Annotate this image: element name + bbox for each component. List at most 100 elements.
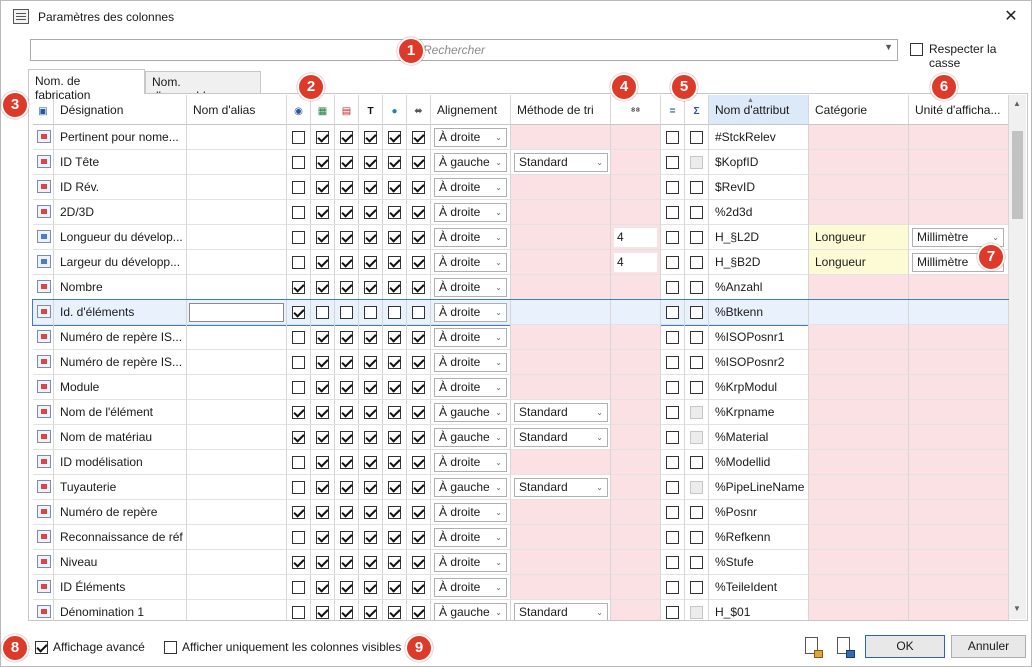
option-checkbox[interactable] [340,306,353,320]
alignment-cell[interactable]: À droite ⌄ [431,300,511,325]
option-cell[interactable] [383,225,407,250]
sort-method-cell[interactable] [511,500,611,525]
option-checkbox[interactable] [388,206,401,220]
option-cell[interactable] [335,150,359,175]
option-checkbox[interactable] [340,556,353,570]
option-cell[interactable] [311,200,335,225]
group-cell[interactable] [661,400,685,425]
group-checkbox[interactable] [666,356,679,370]
option-checkbox[interactable] [388,581,401,595]
sum-cell[interactable] [685,325,709,350]
decimal-cell[interactable] [611,125,661,150]
header-cat[interactable]: Catégorie [809,95,909,125]
header-align[interactable]: Alignement [431,95,511,125]
option-cell[interactable] [287,125,311,150]
option-checkbox[interactable] [388,256,401,270]
option-checkbox[interactable] [316,481,329,495]
sort-method-cell[interactable] [511,275,611,300]
group-cell[interactable] [661,275,685,300]
designation-cell[interactable]: ID Rév. [54,175,187,200]
alias-cell[interactable] [187,125,287,150]
category-cell[interactable]: Longueur [809,250,909,275]
option-checkbox[interactable] [388,156,401,170]
sum-checkbox[interactable] [690,231,703,245]
alias-cell[interactable] [187,225,287,250]
option-cell[interactable] [383,150,407,175]
alignment-select[interactable]: À gauche ⌄ [434,153,507,172]
sort-method-cell[interactable]: Standard ⌄ [511,400,611,425]
option-checkbox[interactable] [364,481,377,495]
option-checkbox[interactable] [388,356,401,370]
option-cell[interactable] [407,475,431,500]
alignment-select[interactable]: À droite ⌄ [434,278,507,297]
sum-checkbox[interactable] [690,581,703,595]
option-cell[interactable] [383,550,407,575]
alignment-cell[interactable]: À droite ⌄ [431,500,511,525]
alias-cell[interactable] [187,200,287,225]
option-cell[interactable] [383,575,407,600]
option-checkbox[interactable] [412,606,425,620]
scroll-up-icon[interactable]: ▲ [1013,99,1021,108]
option-cell[interactable] [311,275,335,300]
option-cell[interactable] [407,300,431,325]
option-cell[interactable] [335,575,359,600]
option-checkbox[interactable] [412,206,425,220]
option-cell[interactable] [359,450,383,475]
group-checkbox[interactable] [666,456,679,470]
option-cell[interactable] [287,525,311,550]
option-checkbox[interactable] [412,481,425,495]
group-checkbox[interactable] [666,581,679,595]
sort-method-cell[interactable] [511,175,611,200]
option-checkbox[interactable] [412,381,425,395]
group-checkbox[interactable] [666,156,679,170]
visible-only-checkbox[interactable] [164,641,177,654]
close-icon[interactable]: ✕ [997,4,1025,30]
sum-checkbox[interactable] [690,281,703,295]
sum-cell[interactable] [685,375,709,400]
option-cell[interactable] [287,150,311,175]
alignment-cell[interactable]: À droite ⌄ [431,575,511,600]
option-checkbox[interactable] [364,256,377,270]
alignment-cell[interactable]: À gauche ⌄ [431,150,511,175]
alignment-select[interactable]: À droite ⌄ [434,528,507,547]
option-cell[interactable] [335,250,359,275]
option-cell[interactable] [287,425,311,450]
option-cell[interactable] [359,550,383,575]
option-cell[interactable] [287,575,311,600]
option-cell[interactable] [287,250,311,275]
option-checkbox[interactable] [364,381,377,395]
option-cell[interactable] [335,175,359,200]
option-cell[interactable] [311,425,335,450]
option-checkbox[interactable] [364,581,377,595]
group-cell[interactable] [661,450,685,475]
table-row[interactable]: ID Tête À gauche ⌄ Standard ⌄ $KopfID [33,150,1009,175]
header-c4[interactable]: ● [383,95,407,125]
unit-cell[interactable] [909,350,1009,375]
table-row[interactable]: Tuyauterie À gauche ⌄ Standard ⌄ %PipeLineNam… [33,475,1009,500]
unit-cell[interactable] [909,500,1009,525]
sum-checkbox[interactable] [690,181,703,195]
category-cell[interactable] [809,175,909,200]
sum-cell[interactable] [685,575,709,600]
table-row[interactable]: Module À droite ⌄ %KrpModul [33,375,1009,400]
option-checkbox[interactable] [412,231,425,245]
option-checkbox[interactable] [292,256,305,270]
option-cell[interactable] [335,375,359,400]
sum-checkbox[interactable] [690,531,703,545]
unit-cell[interactable] [909,400,1009,425]
option-checkbox[interactable] [340,281,353,295]
option-checkbox[interactable] [364,306,377,320]
option-checkbox[interactable] [412,181,425,195]
decimal-cell[interactable]: 4 [611,225,661,250]
table-row[interactable]: Longueur du dévelop... À droite ⌄ 4 H_§L2D Lo… [33,225,1009,250]
option-cell[interactable] [311,475,335,500]
alignment-select[interactable]: À gauche ⌄ [434,403,507,422]
sum-checkbox[interactable] [690,506,703,520]
option-cell[interactable] [383,300,407,325]
table-row[interactable]: Numéro de repère IS... À droite ⌄ %ISOPosnr… [33,325,1009,350]
option-checkbox[interactable] [364,156,377,170]
category-cell[interactable] [809,450,909,475]
group-checkbox[interactable] [666,606,679,620]
category-cell[interactable] [809,150,909,175]
option-checkbox[interactable] [292,206,305,220]
